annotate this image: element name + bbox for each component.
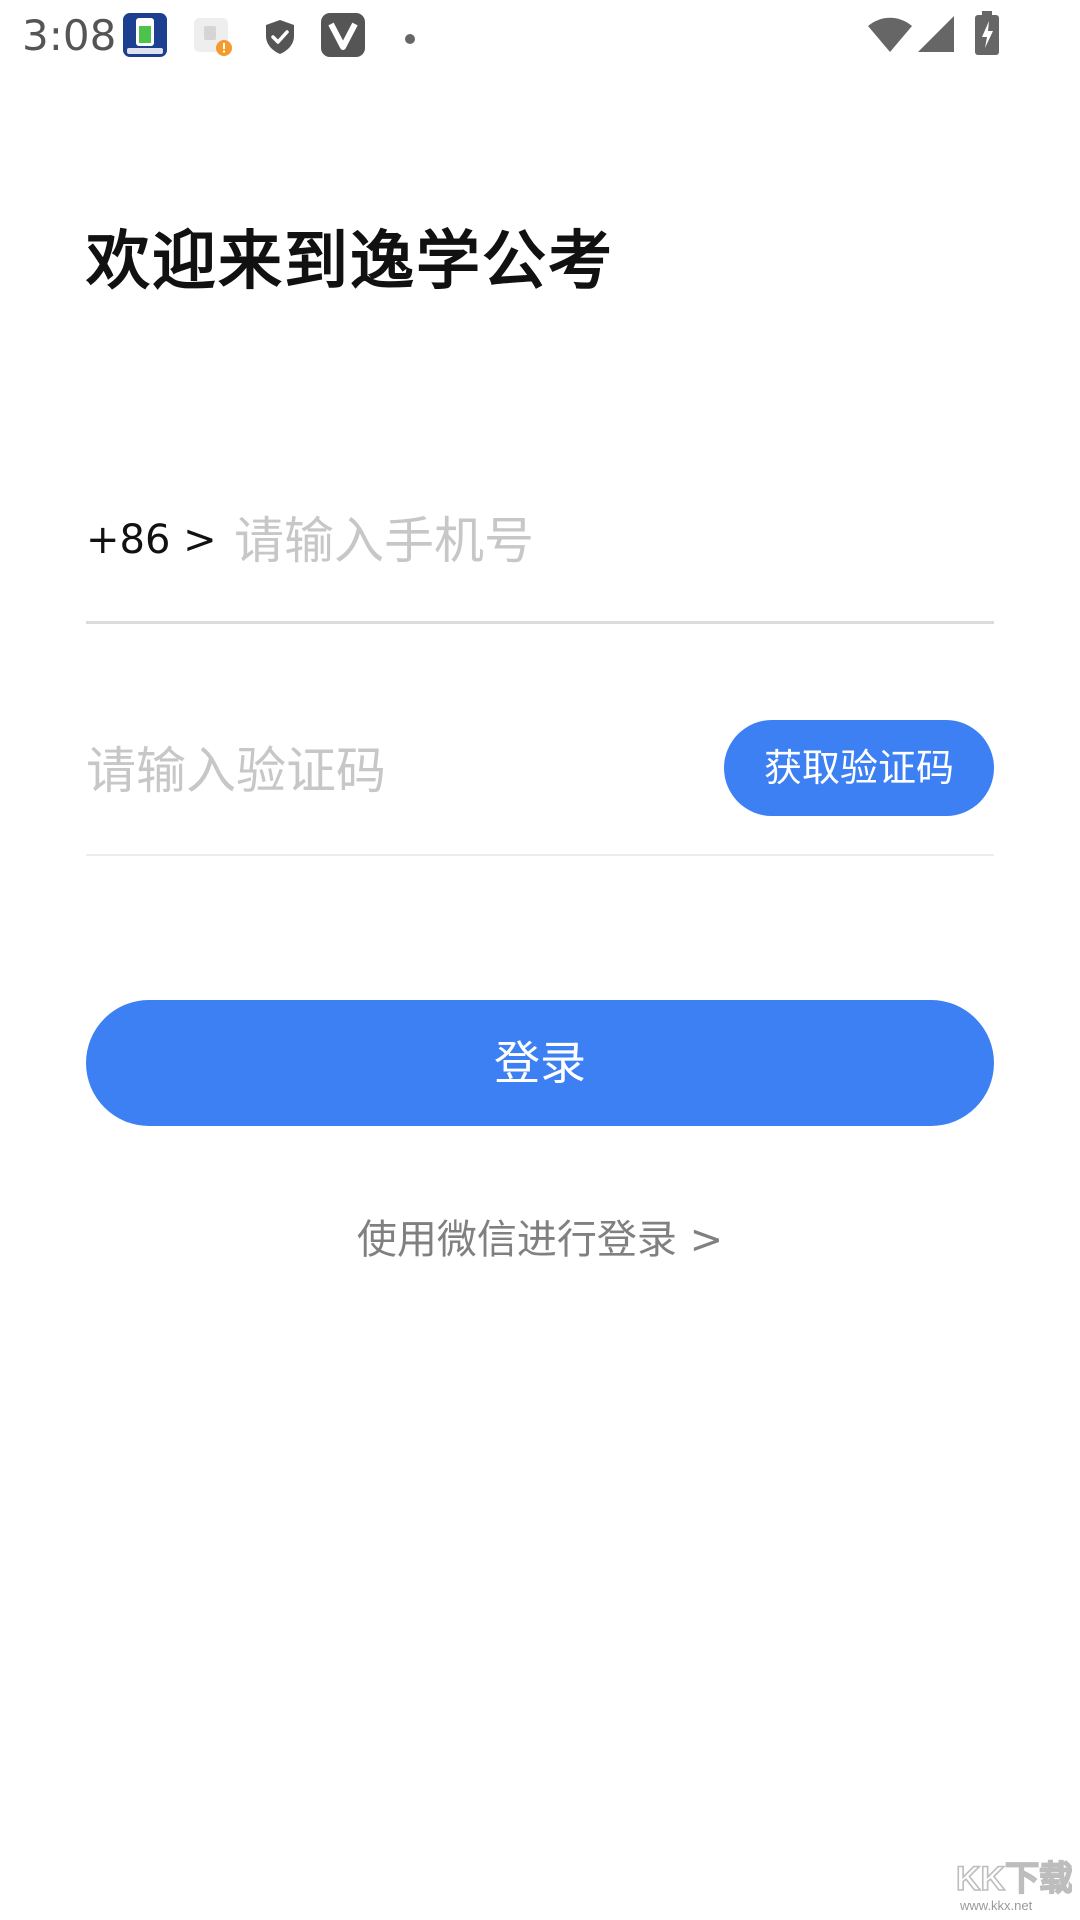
phone-number-row: +86 > <box>86 496 994 608</box>
country-code-selector[interactable]: +86 > <box>86 512 217 568</box>
status-time: 3:08 <box>22 11 117 60</box>
shield-icon <box>262 18 298 60</box>
login-button[interactable]: 登录 <box>86 1000 994 1126</box>
verification-code-row: 获取验证码 <box>86 720 994 820</box>
app-notification-icon <box>192 16 234 62</box>
battery-charging-icon <box>974 10 1000 60</box>
wifi-icon <box>866 14 914 58</box>
battery-app-icon <box>122 12 168 62</box>
page-title: 欢迎来到逸学公考 <box>86 225 614 299</box>
get-code-button[interactable]: 获取验证码 <box>724 720 994 816</box>
status-bar: 3:08 <box>0 0 1080 72</box>
verification-code-input[interactable] <box>86 736 666 806</box>
phone-number-input[interactable] <box>234 506 934 576</box>
watermark-logo: KK下载 www.kkx.net <box>952 1852 1074 1916</box>
wechat-login-link[interactable]: 使用微信进行登录 > <box>0 1212 1080 1268</box>
phone-input-divider <box>86 621 994 624</box>
code-input-divider <box>86 854 994 856</box>
v-app-icon <box>320 12 366 62</box>
dot-icon <box>404 30 416 49</box>
signal-icon <box>916 14 956 58</box>
svg-text:KK下载: KK下载 <box>956 1860 1072 1898</box>
svg-text:www.kkx.net: www.kkx.net <box>959 1898 1033 1913</box>
